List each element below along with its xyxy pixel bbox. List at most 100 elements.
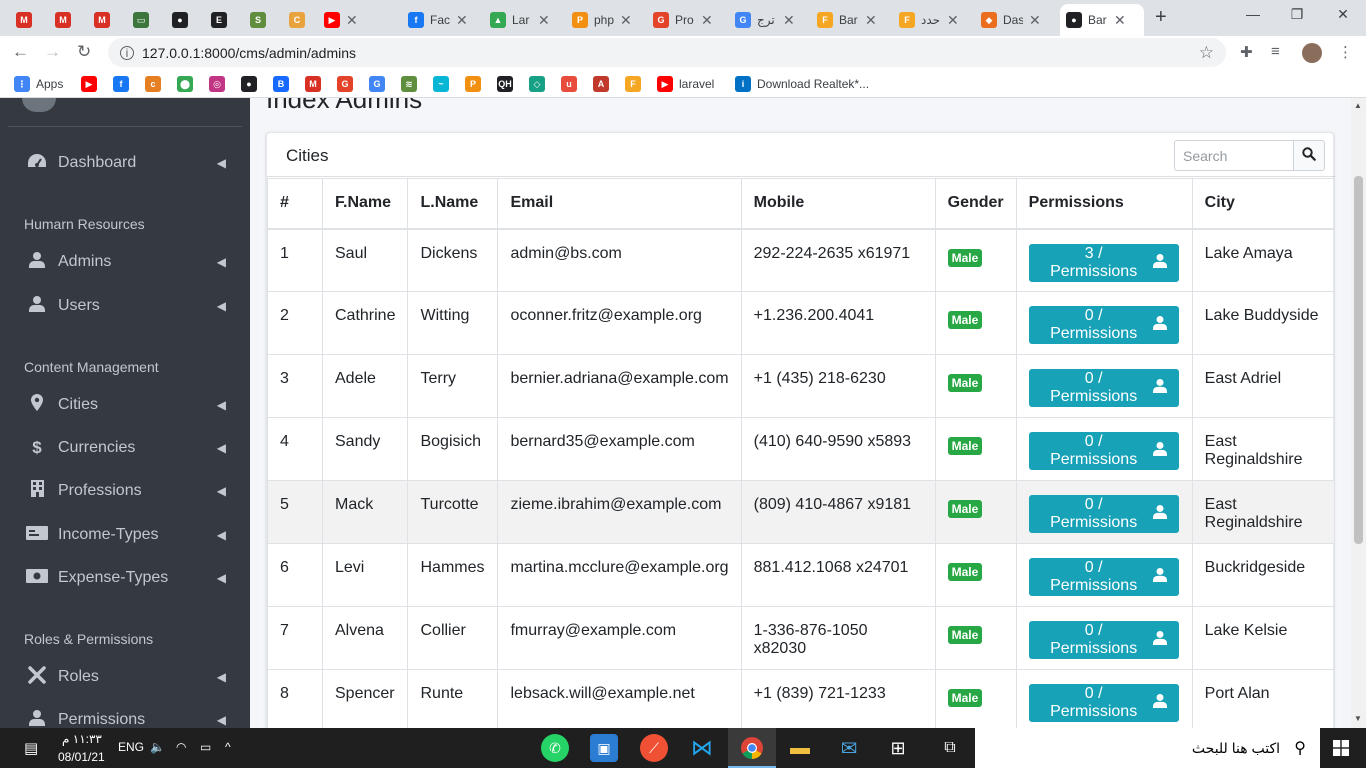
address-bar[interactable]: i 127.0.0.1:8000/cms/admin/admins ☆ (108, 38, 1226, 67)
forward-arrow-icon[interactable]: → (44, 42, 61, 62)
search-input[interactable] (1174, 140, 1293, 171)
taskbar-search-box[interactable]: اكتب هنا للبحث ⚲ (975, 728, 1320, 768)
browser-tab[interactable]: M (88, 4, 122, 36)
bookmark-item[interactable]: G (337, 76, 353, 92)
browser-tab[interactable]: G Pro ✕ (647, 4, 727, 36)
site-info-icon[interactable]: i (120, 45, 134, 60)
sidebar-item-permissions[interactable]: Permissions ◀ (8, 700, 242, 728)
battery-icon[interactable]: ▭ (200, 740, 211, 754)
permissions-button[interactable]: 0 / Permissions (1028, 558, 1179, 596)
browser-tab[interactable]: ▶ ✕ (318, 4, 398, 36)
permissions-button[interactable]: 0 / Permissions (1028, 369, 1179, 407)
back-arrow-icon[interactable]: ← (12, 42, 29, 62)
permissions-button[interactable]: 3 / Permissions (1028, 243, 1179, 282)
scrollbar-thumb[interactable] (1354, 176, 1363, 544)
wifi-icon[interactable]: ◠ (176, 740, 186, 754)
bookmark-item[interactable]: ● (241, 76, 257, 92)
close-tab-icon[interactable]: ✕ (346, 12, 358, 29)
bookmark-item[interactable]: u (561, 76, 577, 92)
chrome-menu-icon[interactable]: ⋮ (1338, 43, 1353, 61)
browser-tab[interactable]: ● Bar ✕ (1060, 4, 1144, 36)
close-tab-icon[interactable]: ✕ (620, 12, 632, 29)
bookmark-item[interactable]: F (625, 76, 641, 92)
browser-tab[interactable]: C (283, 4, 317, 36)
sidebar-item-expense-types[interactable]: Expense-Types ◀ (8, 558, 242, 598)
close-tab-icon[interactable]: ✕ (701, 12, 713, 29)
close-tab-icon[interactable]: ✕ (1114, 12, 1126, 29)
browser-tab[interactable]: M (49, 4, 83, 36)
scroll-up-arrow-icon[interactable]: ▲ (1354, 101, 1362, 110)
close-window-icon[interactable]: ✕ (1320, 6, 1366, 23)
maximize-icon[interactable]: ❐ (1274, 6, 1320, 23)
browser-tab[interactable]: ● (166, 4, 200, 36)
bookmark-item[interactable]: B (273, 76, 289, 92)
permissions-button[interactable]: 0 / Permissions (1028, 306, 1179, 344)
minimize-icon[interactable]: — (1230, 6, 1276, 22)
page-scrollbar[interactable]: ▲ ▼ (1351, 98, 1366, 728)
windows-start-icon[interactable] (1333, 740, 1349, 761)
sidebar-item-professions[interactable]: Professions ◀ (8, 471, 242, 511)
browser-tab[interactable]: F Bar ✕ (811, 4, 891, 36)
close-tab-icon[interactable]: ✕ (456, 12, 468, 29)
permissions-button[interactable]: 0 / Permissions (1028, 621, 1179, 659)
file-explorer-icon[interactable]: ▬ (786, 734, 814, 762)
bookmark-star-icon[interactable]: ☆ (1199, 43, 1214, 63)
bookmark-item[interactable]: c (145, 76, 161, 92)
task-view-icon[interactable]: ⧉ (936, 734, 964, 762)
close-tab-icon[interactable]: ✕ (1029, 12, 1041, 29)
sidebar-item-users[interactable]: Users ◀ (8, 286, 242, 326)
sidebar-item-admins[interactable]: Admins ◀ (8, 242, 242, 282)
close-tab-icon[interactable]: ✕ (947, 12, 959, 29)
user-avatar[interactable] (22, 98, 56, 112)
vscode-icon[interactable]: ⋈ (688, 734, 716, 762)
profile-avatar[interactable] (1302, 43, 1322, 63)
sidebar-item-roles[interactable]: Roles ◀ (8, 657, 242, 697)
bookmark-item[interactable]: ~ (433, 76, 449, 92)
bookmark-item[interactable]: QH (497, 76, 513, 92)
sidebar-item-cities[interactable]: Cities ◀ (8, 385, 242, 425)
bookmark-item[interactable]: ⋮ Apps (14, 76, 63, 92)
search-button[interactable] (1293, 140, 1325, 171)
sidebar-item-dashboard[interactable]: Dashboard ◀ (8, 143, 242, 183)
bookmark-item[interactable]: ◇ (529, 76, 545, 92)
media-queue-icon[interactable]: ≡ (1271, 43, 1280, 60)
bookmark-item[interactable]: ◎ (209, 76, 225, 92)
browser-tab[interactable]: ◆ Das ✕ (975, 4, 1057, 36)
browser-tab[interactable]: G ترج ✕ (729, 4, 809, 36)
reload-icon[interactable]: ↻ (77, 42, 91, 62)
bookmark-item[interactable]: P (465, 76, 481, 92)
volume-icon[interactable]: 🔈 (150, 740, 165, 754)
permissions-button[interactable]: 0 / Permissions (1028, 432, 1179, 470)
bookmark-item[interactable]: ▶ laravel (657, 76, 714, 92)
browser-tab[interactable]: ▲ Lar ✕ (484, 4, 564, 36)
whatsapp-icon[interactable]: ✆ (541, 734, 569, 762)
bookmark-item[interactable]: ≋ (401, 76, 417, 92)
extensions-puzzle-icon[interactable]: ✚ (1240, 43, 1253, 61)
chrome-icon[interactable] (738, 734, 766, 762)
control-panel-icon[interactable]: ▣ (590, 734, 618, 762)
postman-icon[interactable]: ⟋ (640, 734, 668, 762)
clock-time[interactable]: ١١:٣٣ م (62, 732, 102, 746)
bookmark-item[interactable]: ▶ (81, 76, 97, 92)
browser-tab[interactable]: E (205, 4, 239, 36)
new-tab-icon[interactable]: + (1155, 6, 1167, 29)
browser-tab[interactable]: F حدد ✕ (893, 4, 973, 36)
sidebar-item-income-types[interactable]: Income-Types ◀ (8, 515, 242, 555)
clock-date[interactable]: 08/01/21 (58, 750, 105, 764)
sidebar-item-currencies[interactable]: $ Currencies ◀ (8, 428, 242, 468)
close-tab-icon[interactable]: ✕ (783, 12, 795, 29)
permissions-button[interactable]: 0 / Permissions (1028, 684, 1179, 722)
bookmark-item[interactable]: A (593, 76, 609, 92)
language-indicator[interactable]: ENG (118, 740, 144, 754)
bookmark-item[interactable]: G (369, 76, 385, 92)
microsoft-store-icon[interactable]: ⊞ (884, 734, 912, 762)
browser-tab[interactable]: S (244, 4, 278, 36)
bookmark-item[interactable]: ⬤ (177, 76, 193, 92)
show-hidden-icons-chevron-icon[interactable]: ^ (225, 740, 231, 754)
mail-icon[interactable]: ✉ (835, 734, 863, 762)
browser-tab[interactable]: ▭ (127, 4, 161, 36)
bookmark-item[interactable]: f (113, 76, 129, 92)
bookmark-item[interactable]: i Download Realtek*... (735, 76, 869, 92)
bookmark-item[interactable]: M (305, 76, 321, 92)
browser-tab[interactable]: M (10, 4, 44, 36)
